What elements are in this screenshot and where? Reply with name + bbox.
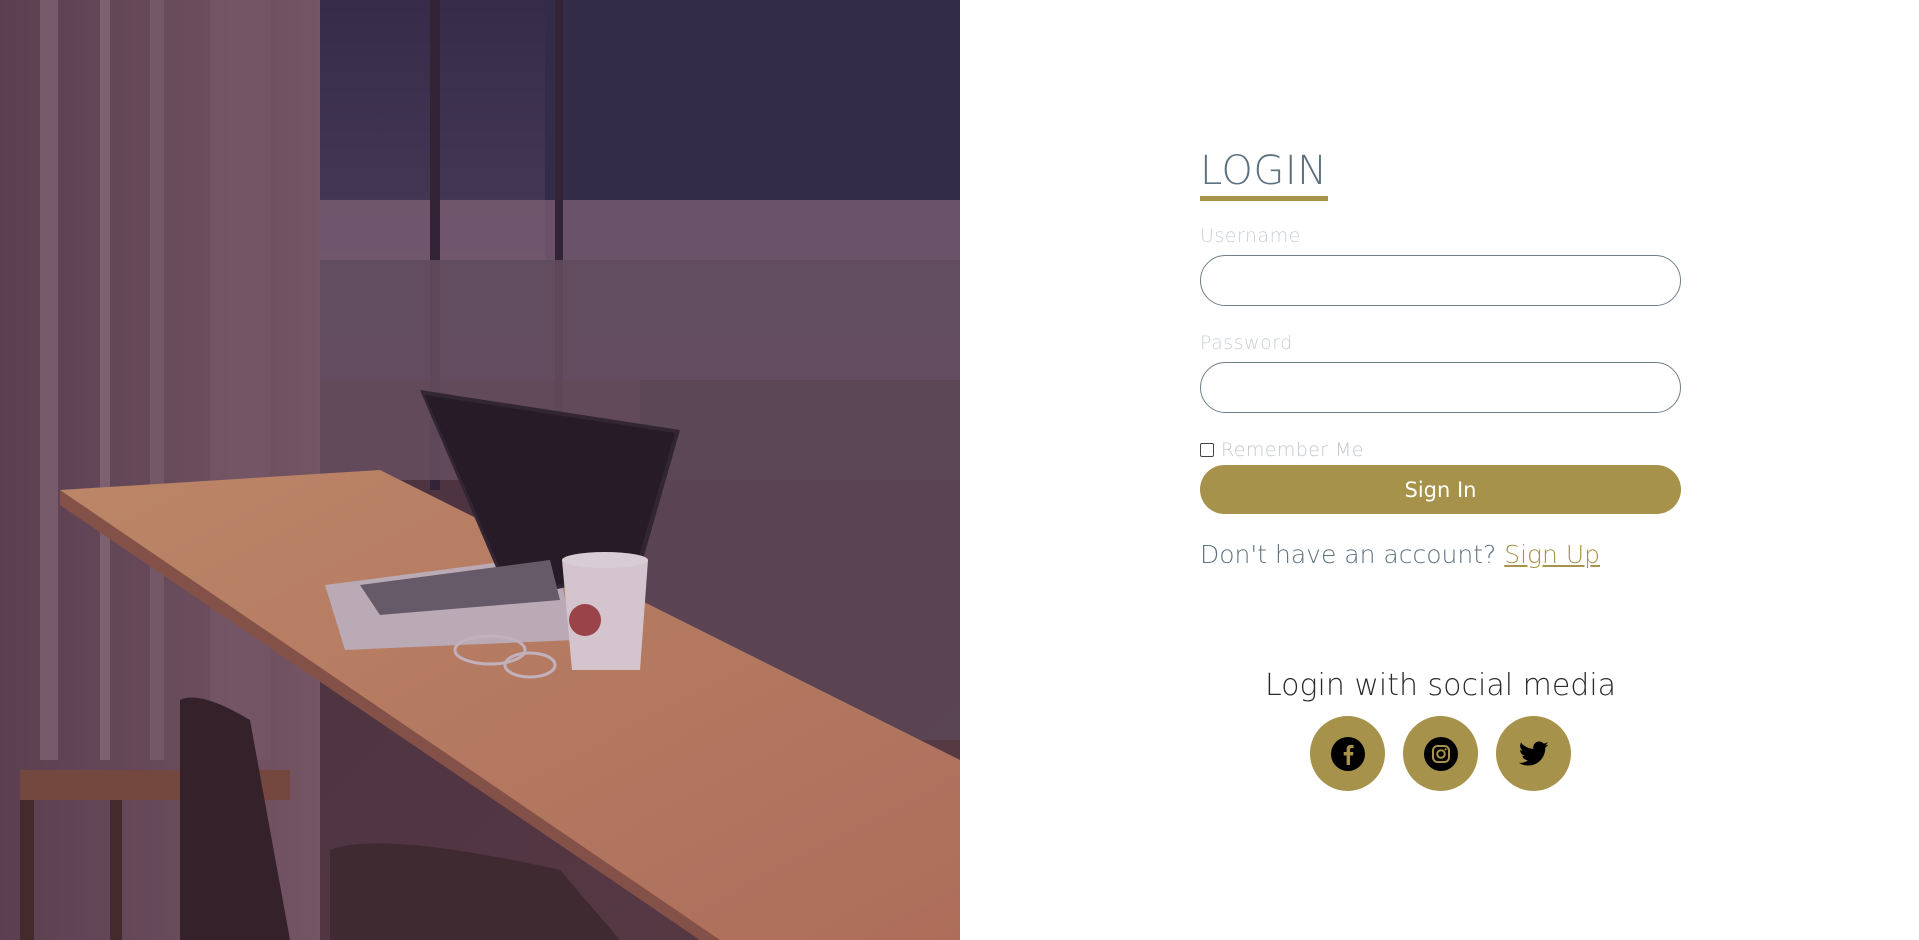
sign-up-link[interactable]: Sign Up <box>1504 540 1600 569</box>
remember-me-row: Remember Me <box>1200 439 1681 461</box>
username-input[interactable] <box>1200 255 1681 306</box>
page-title: LOGIN <box>1200 148 1328 201</box>
password-input[interactable] <box>1200 362 1681 413</box>
remember-me-label[interactable]: Remember Me <box>1221 439 1364 461</box>
social-login-section: Login with social media <box>1200 668 1681 791</box>
signup-prompt-text: Don't have an account? <box>1200 540 1497 569</box>
login-panel: LOGIN Username Password Remember Me Sign… <box>960 0 1919 940</box>
login-page: LOGIN Username Password Remember Me Sign… <box>0 0 1919 940</box>
signup-prompt-row: Don't have an account? Sign Up <box>1200 540 1681 570</box>
twitter-button[interactable] <box>1496 716 1571 791</box>
twitter-icon <box>1518 741 1548 765</box>
sign-in-button[interactable]: Sign In <box>1200 465 1681 514</box>
password-label: Password <box>1200 332 1293 354</box>
instagram-icon <box>1423 736 1458 771</box>
remember-me-checkbox[interactable] <box>1200 443 1214 457</box>
social-buttons <box>1200 716 1681 791</box>
hero-image <box>0 0 960 940</box>
facebook-button[interactable] <box>1310 716 1385 791</box>
login-form: LOGIN Username Password Remember Me Sign… <box>1200 148 1681 570</box>
cafe-laptop-photo <box>0 0 960 940</box>
facebook-icon <box>1330 736 1365 771</box>
social-login-title: Login with social media <box>1264 668 1617 703</box>
instagram-button[interactable] <box>1403 716 1478 791</box>
username-label: Username <box>1200 225 1301 247</box>
